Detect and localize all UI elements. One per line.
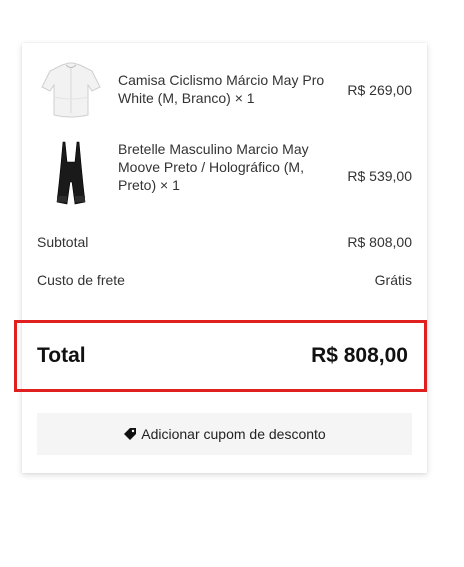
tag-icon (123, 427, 137, 441)
shipping-label: Custo de frete (37, 272, 125, 288)
order-summary-card: Camisa Ciclismo Márcio May Pro White (M,… (14, 43, 427, 473)
total-value: R$ 808,00 (311, 344, 408, 367)
subtotal-row: Subtotal R$ 808,00 (37, 234, 412, 250)
item-price: R$ 269,00 (347, 82, 412, 98)
total-row: Total R$ 808,00 (14, 320, 427, 392)
add-coupon-button[interactable]: Adicionar cupom de desconto (37, 413, 412, 455)
total-label: Total (37, 344, 86, 367)
product-image-jersey (36, 55, 106, 125)
cart-item: Camisa Ciclismo Márcio May Pro White (M,… (22, 55, 427, 125)
item-price: R$ 539,00 (347, 168, 412, 184)
subtotal-label: Subtotal (37, 234, 89, 250)
product-image-bib-shorts (36, 138, 106, 208)
cart-item: Bretelle Masculino Marcio May Moove Pret… (22, 133, 427, 213)
shipping-value: Grátis (374, 272, 412, 288)
subtotal-value: R$ 808,00 (347, 234, 412, 250)
shipping-row: Custo de frete Grátis (37, 272, 412, 288)
item-name: Bretelle Masculino Marcio May Moove Pret… (118, 141, 309, 193)
item-name: Camisa Ciclismo Márcio May Pro White (M,… (118, 72, 325, 106)
add-coupon-label: Adicionar cupom de desconto (141, 426, 326, 442)
